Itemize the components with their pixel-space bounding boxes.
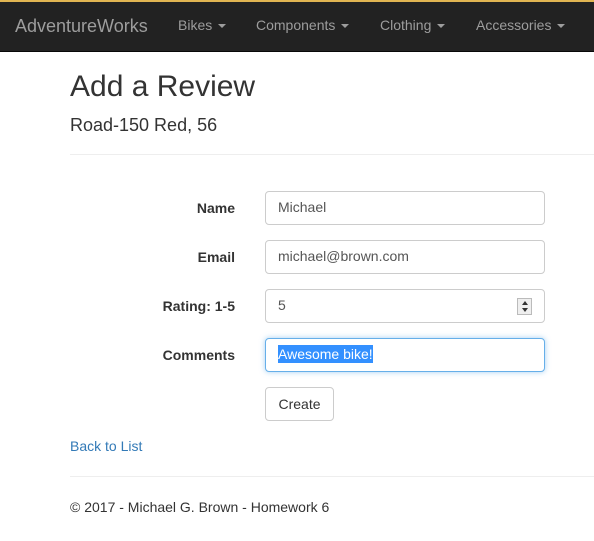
nav-item-clothing[interactable]: Clothing: [380, 17, 446, 33]
page-title: Add a Review: [70, 70, 256, 103]
number-spinner[interactable]: [517, 298, 532, 315]
nav-item-components[interactable]: Components: [256, 17, 350, 33]
back-to-list-link[interactable]: Back to List: [70, 438, 142, 454]
nav-item-accessories[interactable]: Accessories: [476, 17, 566, 33]
comments-input[interactable]: Awesome bike!: [265, 338, 545, 372]
email-label: Email: [197, 249, 235, 265]
name-input[interactable]: Michael: [265, 191, 545, 225]
nav-item-bikes[interactable]: Bikes: [178, 17, 227, 33]
spin-down-icon[interactable]: [521, 308, 528, 313]
email-value: michael@brown.com: [278, 248, 409, 264]
brand-link[interactable]: AdventureWorks: [15, 16, 148, 37]
rating-label: Rating: 1-5: [162, 298, 235, 314]
product-subtitle: Road-150 Red, 56: [70, 115, 218, 135]
name-value: Michael: [278, 199, 327, 215]
caret-down-icon: [218, 24, 227, 29]
rating-input[interactable]: 5: [265, 289, 545, 323]
caret-down-icon: [557, 24, 566, 29]
nav-item-label: Components: [256, 17, 336, 33]
comments-value: Awesome bike!: [278, 345, 373, 363]
spin-up-icon[interactable]: [521, 300, 528, 305]
footer-divider: [70, 476, 594, 477]
nav-item-label: Accessories: [476, 17, 552, 33]
divider: [70, 154, 594, 155]
caret-down-icon: [341, 24, 350, 29]
rating-value: 5: [278, 297, 286, 313]
name-label: Name: [196, 200, 235, 216]
nav-item-label: Bikes: [178, 17, 213, 33]
nav-item-label: Clothing: [380, 17, 432, 33]
navbar: AdventureWorks Bikes Components Clothing…: [0, 0, 594, 52]
comments-label: Comments: [162, 347, 235, 363]
caret-down-icon: [437, 24, 446, 29]
create-button[interactable]: Create: [265, 387, 334, 421]
footer-text: © 2017 - Michael G. Brown - Homework 6: [70, 499, 330, 515]
email-input[interactable]: michael@brown.com: [265, 240, 545, 274]
